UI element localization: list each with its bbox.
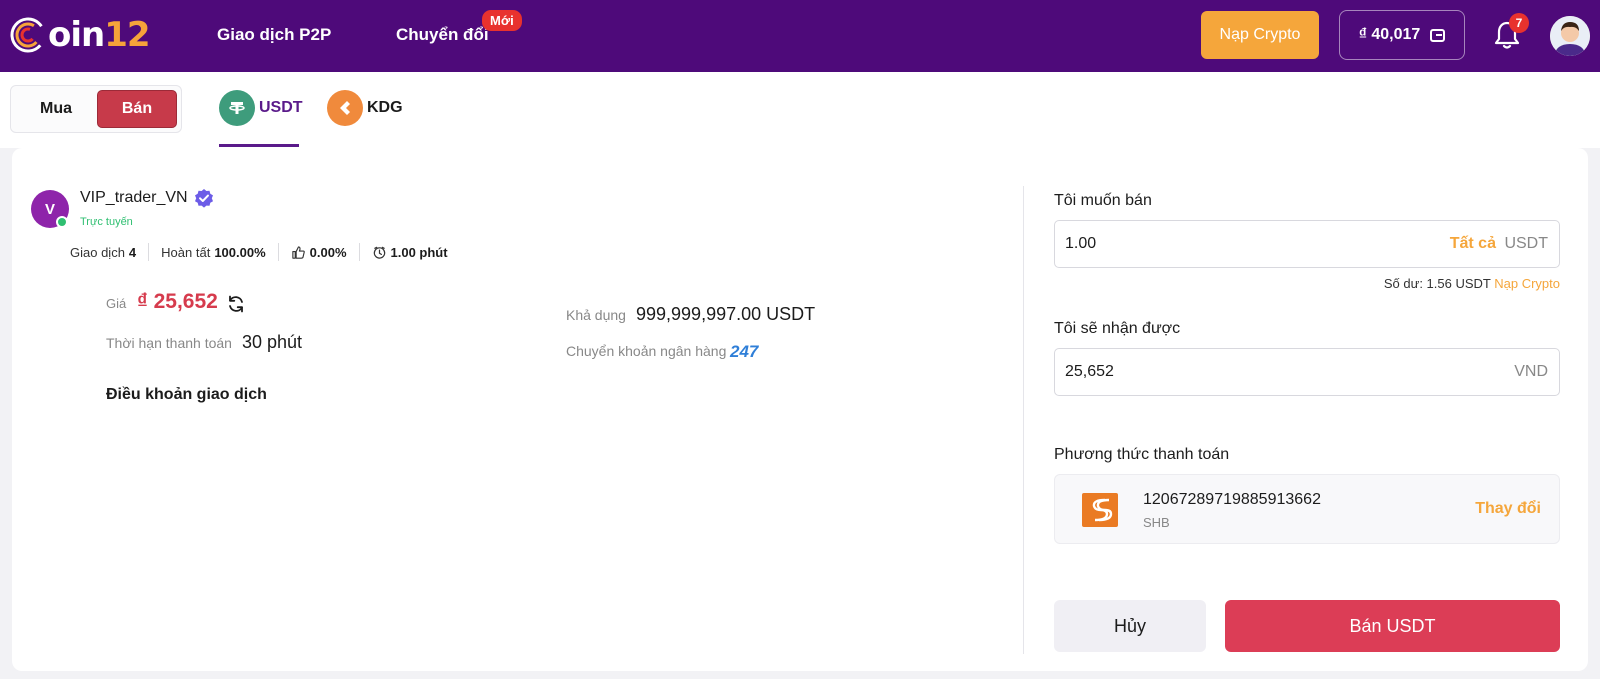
clock-coin-icon <box>373 246 385 259</box>
sell-amount-label: Tôi muốn bán <box>1054 192 1152 209</box>
stat-trades-value: 4 <box>128 244 137 260</box>
panel-divider <box>1023 186 1024 654</box>
price-value: ₫ 25,652 <box>137 290 218 313</box>
payment-method-label: Phương thức thanh toán <box>1054 446 1230 463</box>
stat-rating: 0.00% <box>279 243 360 261</box>
price-label: Giá <box>106 296 127 311</box>
available-label: Khả dụng <box>566 307 626 323</box>
stat-completion: Hoàn tất 100.00% <box>149 243 279 261</box>
shb-bank-logo-icon <box>1082 493 1118 527</box>
trader-name[interactable]: VIP_trader_VN <box>80 189 188 207</box>
verified-badge-icon <box>195 189 213 208</box>
top-header: oin12 Giao dịch P2P Chuyển đổi Mới Nạp C… <box>0 0 1600 72</box>
badge-247-text: 247 <box>730 342 759 361</box>
account-number: 12067289719885913662 <box>1143 491 1321 508</box>
stat-trades: Giao dịch 4 <box>70 243 150 261</box>
sell-amount-suffix: Tất cả USDT <box>1450 235 1548 253</box>
trade-terms-title[interactable]: Điều khoản giao dịch <box>106 386 267 404</box>
sell-amount-field[interactable]: Tất cả USDT <box>1054 220 1560 268</box>
sell-unit: USDT <box>1504 235 1548 252</box>
thumbs-up-icon <box>291 245 305 259</box>
receive-unit: VND <box>1514 363 1548 380</box>
refresh-icon[interactable] <box>226 294 246 314</box>
payment-method-box[interactable]: 12067289719885913662 SHB Thay đổi <box>1054 474 1560 544</box>
available-value: 999,999,997.00 USDT <box>636 304 816 324</box>
receive-amount-field[interactable]: VND <box>1054 348 1560 396</box>
balance-line: Số dư: 1.56 USDT Nạp Crypto <box>1384 276 1560 291</box>
trader-stats: Giao dịch 4 Hoàn tất 100.00% 0.00% 1.00 … <box>70 243 460 261</box>
sell-amount-input[interactable] <box>1065 221 1425 267</box>
kdg-icon <box>327 90 363 126</box>
wallet-balance: ₫ 40,017 <box>1358 26 1421 43</box>
tab-kdg[interactable]: KDG <box>327 88 403 128</box>
logo-ring-icon <box>10 17 46 53</box>
sell-toggle-button[interactable]: Bán <box>97 90 177 128</box>
new-badge: Mới <box>482 10 522 31</box>
wallet-icon <box>1430 28 1446 42</box>
notification-count-badge: 7 <box>1509 13 1529 33</box>
cancel-button[interactable]: Hủy <box>1054 600 1206 652</box>
wallet-balance-button[interactable]: ₫ 40,017 <box>1339 10 1465 60</box>
tether-icon <box>219 90 255 126</box>
buy-sell-toggle: Mua Bán <box>10 85 182 133</box>
active-tab-underline <box>219 144 299 147</box>
deposit-crypto-button[interactable]: Nạp Crypto <box>1201 11 1319 59</box>
user-avatar[interactable] <box>1550 16 1590 56</box>
bank-name: SHB <box>1143 515 1170 530</box>
stat-trades-label: Giao dịch <box>70 244 125 260</box>
tab-usdt[interactable]: USDT <box>219 88 303 128</box>
stat-completion-value: 100.00% <box>214 244 266 260</box>
change-payment-button[interactable]: Thay đổi <box>1475 500 1541 518</box>
payment-time-label: Thời hạn thanh toán <box>106 335 232 351</box>
stat-rating-value: 0.00% <box>309 244 347 260</box>
trade-subbar: Mua Bán USDT KDG <box>0 72 1600 148</box>
avatar-portrait-icon <box>1550 16 1590 56</box>
tab-usdt-label: USDT <box>259 99 303 116</box>
nav-p2p[interactable]: Giao dịch P2P <box>217 25 331 45</box>
sell-all-button[interactable]: Tất cả <box>1450 235 1496 252</box>
deposit-crypto-link[interactable]: Nạp Crypto <box>1494 276 1560 291</box>
stat-completion-label: Hoàn tất <box>161 244 211 260</box>
receive-amount-label: Tôi sẽ nhận được <box>1054 320 1181 337</box>
sell-usdt-button[interactable]: Bán USDT <box>1225 600 1560 652</box>
balance-text: Số dư: 1.56 USDT <box>1383 276 1491 291</box>
stat-time-value: 1.00 phút <box>390 244 448 260</box>
online-status-dot <box>56 216 68 228</box>
logo-wordmark: oin12 <box>48 15 151 55</box>
nav-convert[interactable]: Chuyển đổi <box>396 25 489 45</box>
bank-transfer-label: Chuyển khoản ngân hàng <box>566 343 727 359</box>
receive-amount-input[interactable] <box>1065 349 1425 395</box>
tab-kdg-label: KDG <box>367 99 403 116</box>
napas-247-badge: 247 <box>730 342 758 362</box>
stat-time: 1.00 phút <box>360 243 460 261</box>
payment-time-value: 30 phút <box>242 332 303 352</box>
buy-toggle-button[interactable]: Mua <box>15 90 97 128</box>
coin12-logo[interactable]: oin12 <box>10 12 151 58</box>
trader-status: Trực tuyến <box>80 216 133 228</box>
